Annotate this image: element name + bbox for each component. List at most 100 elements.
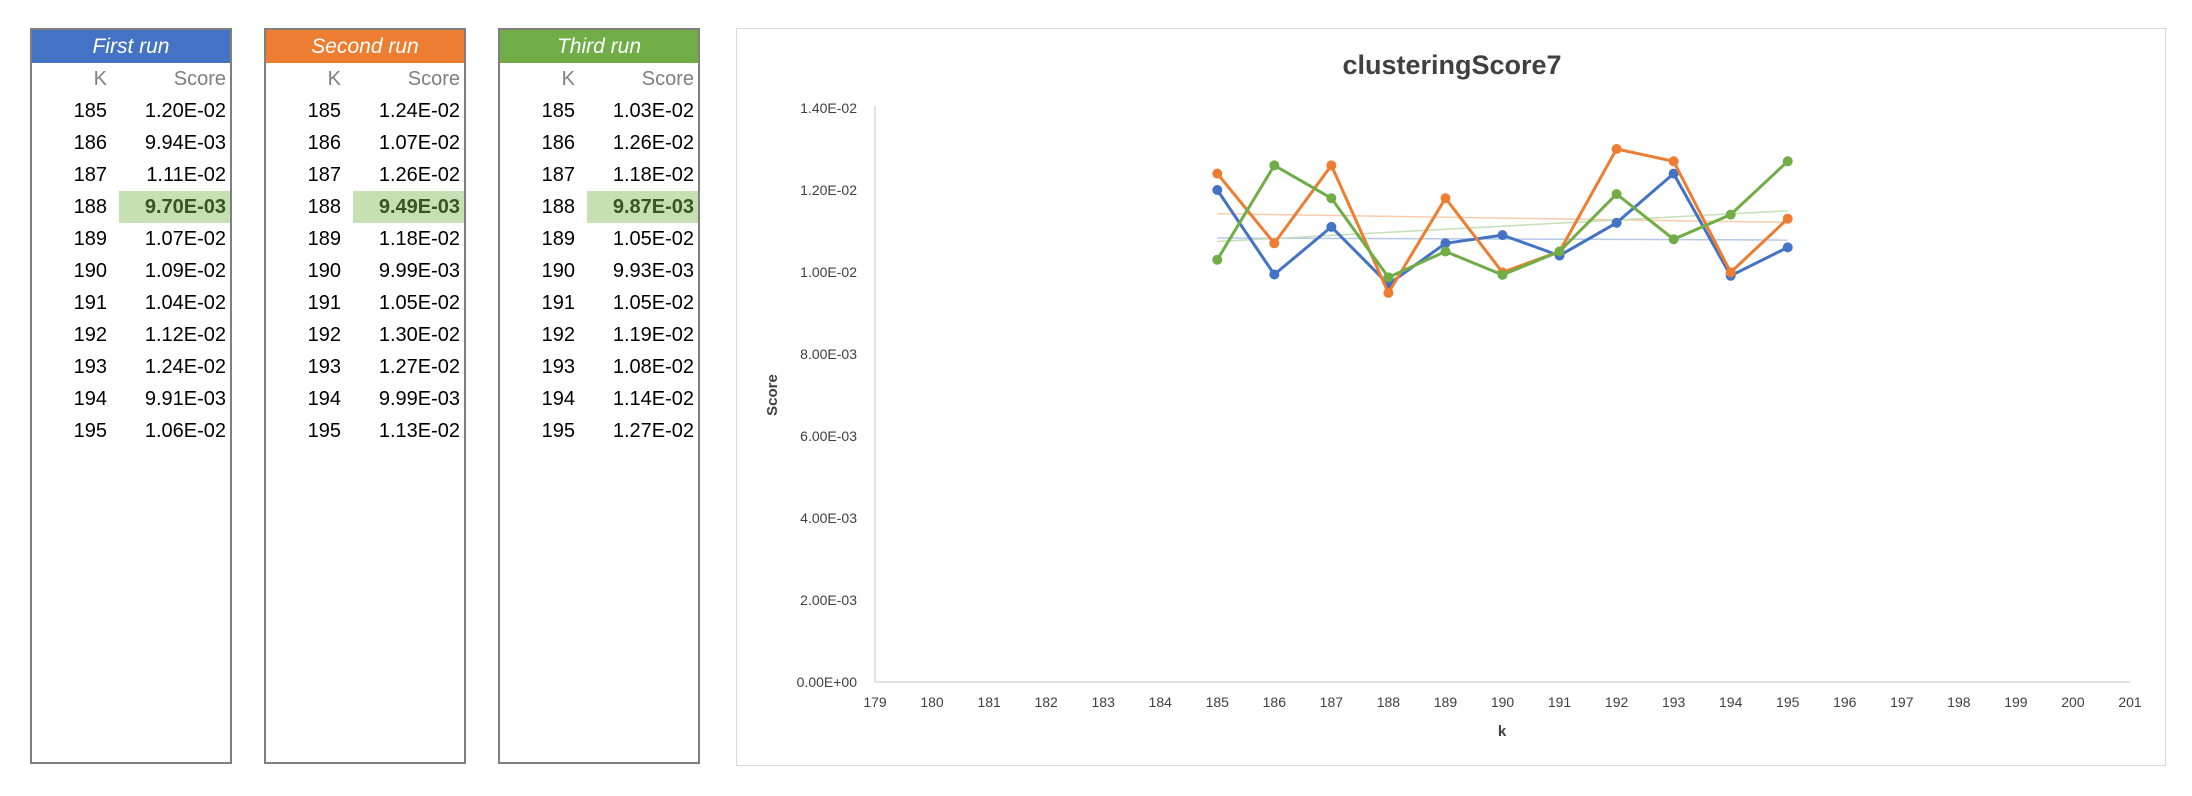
k-cell: 189 xyxy=(541,228,575,250)
data-point xyxy=(1440,246,1451,257)
score-cell: 1.12E-02 xyxy=(144,324,226,346)
y-axis-label: Score xyxy=(764,374,781,416)
k-header: K xyxy=(561,68,575,90)
score-header: Score xyxy=(173,68,226,90)
table-row: 194 1.14E-02 xyxy=(500,383,698,415)
x-tick-label: 179 xyxy=(863,694,887,710)
table-rows: 185 1.24E-02 186 1.07E-02 187 1.26E-02 188 9.49… xyxy=(266,95,464,447)
table-row: 189 1.05E-02 xyxy=(500,223,698,255)
table-row: 193 1.27E-02 xyxy=(266,351,464,383)
x-tick-label: 197 xyxy=(1890,694,1914,710)
k-cell: 186 xyxy=(541,132,575,154)
k-cell: 188 xyxy=(73,196,107,218)
k-cell: 190 xyxy=(73,260,107,282)
k-cell: 189 xyxy=(307,228,341,250)
best-score-cell: 9.87E-03 xyxy=(587,191,698,223)
k-cell: 190 xyxy=(307,260,341,282)
k-cell: 192 xyxy=(73,324,107,346)
table-row: 186 1.07E-02 xyxy=(266,127,464,159)
x-tick-label: 198 xyxy=(1947,694,1971,710)
data-point xyxy=(1269,238,1280,249)
score-cell: 1.14E-02 xyxy=(612,388,694,410)
data-point xyxy=(1440,193,1451,204)
score-cell: 1.13E-02 xyxy=(378,420,460,442)
table-row: 192 1.30E-02 xyxy=(266,319,464,351)
score-header: Score xyxy=(407,68,460,90)
score-cell: 9.94E-03 xyxy=(144,132,226,154)
table-row: 186 1.26E-02 xyxy=(500,127,698,159)
y-tick-label: 1.40E-02 xyxy=(800,100,857,116)
data-point xyxy=(1725,209,1736,220)
data-point xyxy=(1326,193,1337,204)
x-tick-label: 185 xyxy=(1206,694,1230,710)
x-tick-label: 183 xyxy=(1092,694,1116,710)
y-tick-label: 6.00E-03 xyxy=(800,428,857,444)
k-header: K xyxy=(327,68,341,90)
data-point xyxy=(1782,156,1793,167)
x-tick-label: 186 xyxy=(1263,694,1287,710)
data-point xyxy=(1212,168,1223,179)
score-cell: 1.26E-02 xyxy=(378,164,460,186)
column-headers: K Score xyxy=(266,63,464,95)
table-third-run: Third run K Score 185 1.03E-02 186 1.26E-02… xyxy=(498,28,700,764)
best-score-cell: 9.70E-03 xyxy=(119,191,230,223)
score-cell: 1.18E-02 xyxy=(612,164,694,186)
table-row: 192 1.19E-02 xyxy=(500,319,698,351)
table-row: 195 1.27E-02 xyxy=(500,415,698,447)
series-group xyxy=(1212,144,1793,298)
x-tick-label: 180 xyxy=(920,694,944,710)
data-point xyxy=(1611,144,1622,154)
data-point xyxy=(1497,269,1508,280)
score-header: Score xyxy=(641,68,694,90)
data-point xyxy=(1611,217,1622,228)
x-tick-label: 193 xyxy=(1662,694,1686,710)
score-cell: 1.05E-02 xyxy=(378,292,460,314)
score-cell: 1.18E-02 xyxy=(378,228,460,250)
k-cell: 195 xyxy=(541,420,575,442)
k-cell: 195 xyxy=(73,420,107,442)
score-cell: 1.19E-02 xyxy=(612,324,694,346)
x-tick-label: 182 xyxy=(1034,694,1058,710)
score-cell: 1.27E-02 xyxy=(612,420,694,442)
x-tick-label: 187 xyxy=(1320,694,1344,710)
k-cell: 185 xyxy=(73,100,107,122)
table-row: 192 1.12E-02 xyxy=(32,319,230,351)
k-cell: 191 xyxy=(73,292,107,314)
x-tick-label: 195 xyxy=(1776,694,1800,710)
x-tick-label: 196 xyxy=(1833,694,1857,710)
score-cell: 1.03E-02 xyxy=(612,100,694,122)
k-cell: 189 xyxy=(73,228,107,250)
k-cell: 194 xyxy=(73,388,107,410)
x-tick-label: 192 xyxy=(1605,694,1629,710)
x-tick-label: 189 xyxy=(1434,694,1458,710)
k-cell: 195 xyxy=(307,420,341,442)
table-row: 194 9.99E-03 xyxy=(266,383,464,415)
table-row: 187 1.11E-02 xyxy=(32,159,230,191)
y-tick-label: 4.00E-03 xyxy=(800,510,857,526)
k-cell: 185 xyxy=(307,100,341,122)
table-title: First run xyxy=(32,30,230,63)
y-tick-label: 0.00E+00 xyxy=(797,674,858,690)
data-point xyxy=(1611,189,1622,200)
table-row: 189 1.07E-02 xyxy=(32,223,230,255)
data-point xyxy=(1725,267,1736,278)
table-row: 191 1.04E-02 xyxy=(32,287,230,319)
table-row: 190 9.93E-03 xyxy=(500,255,698,287)
x-tick-label: 181 xyxy=(977,694,1001,710)
score-cell: 1.30E-02 xyxy=(378,324,460,346)
table-row: 195 1.06E-02 xyxy=(32,415,230,447)
x-tick-label: 201 xyxy=(2118,694,2142,710)
k-cell: 188 xyxy=(541,196,575,218)
table-row: 195 1.13E-02 xyxy=(266,415,464,447)
k-cell: 191 xyxy=(541,292,575,314)
k-cell: 187 xyxy=(73,164,107,186)
chart-panel[interactable]: clusteringScore7 Score k 0.00E+00 2.00E-0… xyxy=(736,28,2166,766)
x-tick-label: 190 xyxy=(1491,694,1515,710)
score-cell: 1.06E-02 xyxy=(144,420,226,442)
axes: 0.00E+00 2.00E-03 4.00E-03 6.00E-03 8.00E-03… xyxy=(797,100,2142,710)
score-cell: 1.26E-02 xyxy=(612,132,694,154)
data-point xyxy=(1782,213,1793,224)
score-cell: 1.08E-02 xyxy=(612,356,694,378)
x-tick-label: 184 xyxy=(1149,694,1173,710)
data-point xyxy=(1269,160,1280,171)
